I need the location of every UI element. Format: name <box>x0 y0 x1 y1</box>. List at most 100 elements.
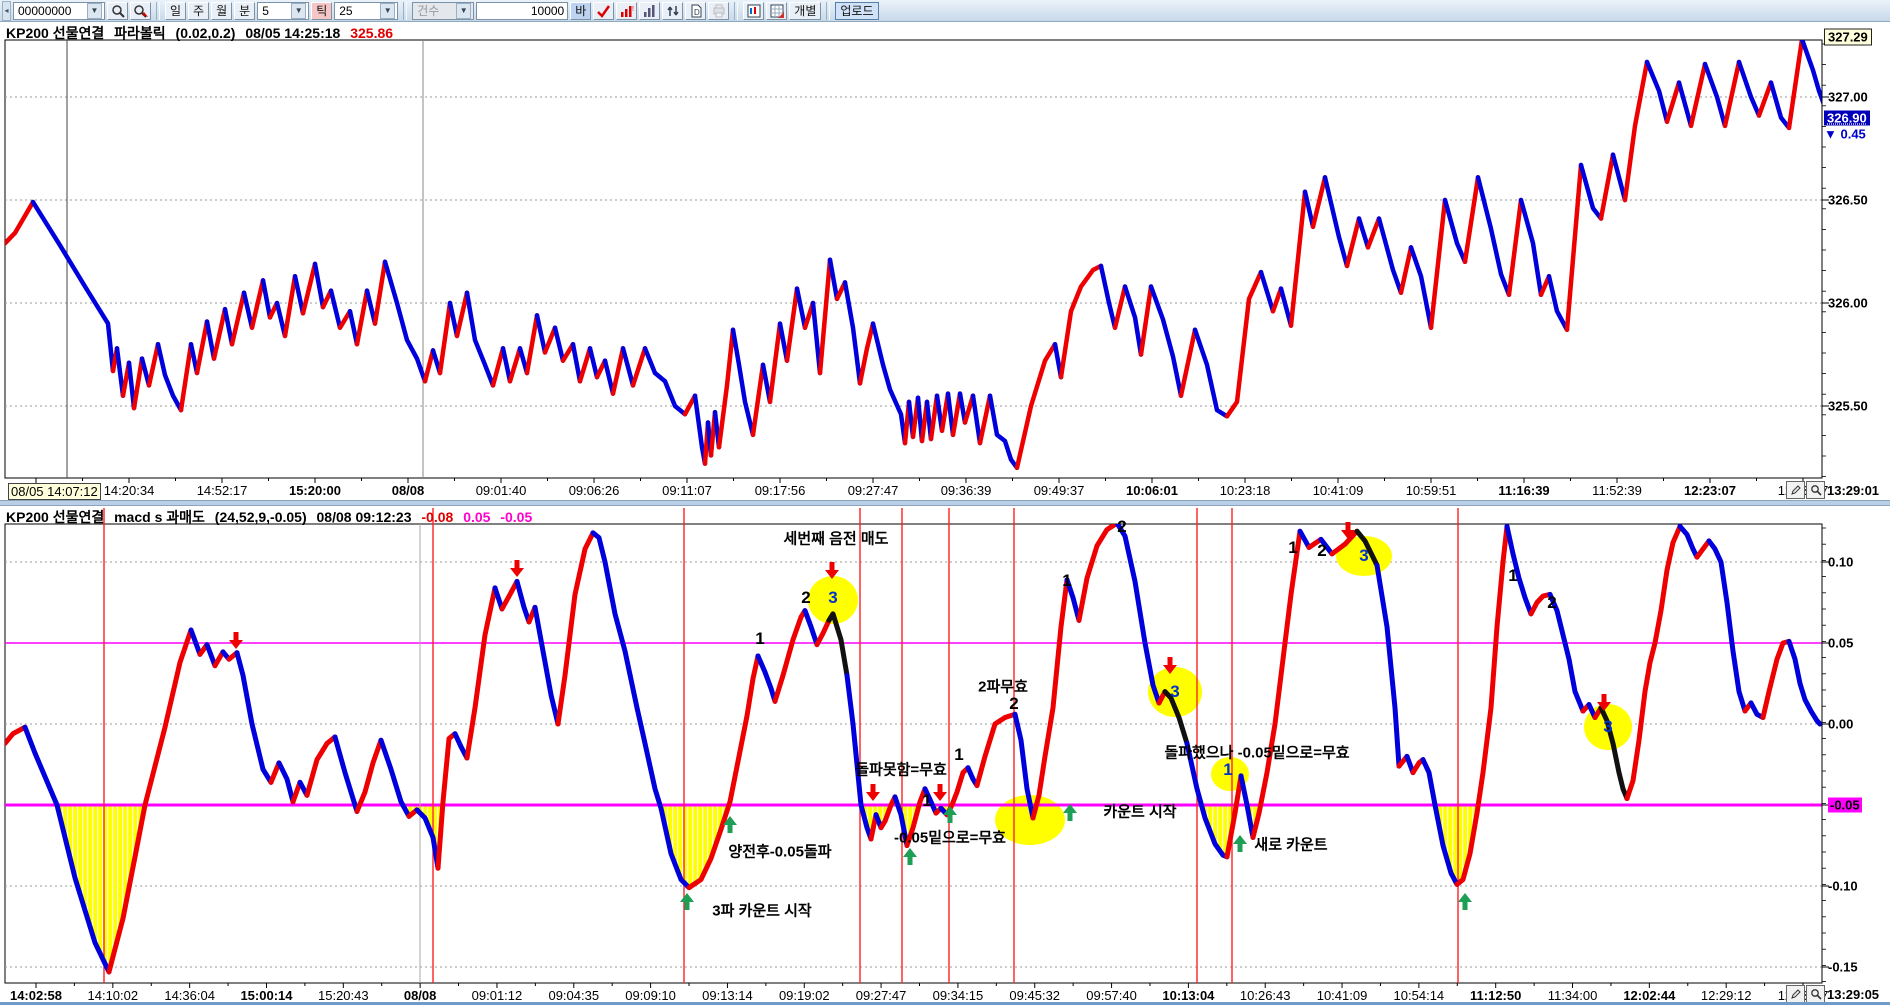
top-chart-time-label: 09:01:40 <box>476 483 527 498</box>
period-month-button[interactable]: 월 <box>211 2 232 20</box>
period-week-button[interactable]: 주 <box>188 2 209 20</box>
top-chart-time-label: 09:17:56 <box>755 483 806 498</box>
top-indicator: 파라볼릭 <box>114 25 166 41</box>
individual-button[interactable]: 개별 <box>789 2 821 20</box>
wave-count-number: 2 <box>1547 593 1556 613</box>
top-chart-time-label: 10:06:01 <box>1126 483 1178 498</box>
symbol-code-combo[interactable]: 00000000 ▼ <box>13 2 105 20</box>
bottom-chart-y-tick-label: -0.05 <box>1828 798 1862 813</box>
wave-count-number: 1 <box>922 791 931 811</box>
bottom-chart-time-label: 15:00:14 <box>240 988 292 1003</box>
bottom-value-1: -0.08 <box>421 509 453 525</box>
bottom-value-3: -0.05 <box>500 509 532 525</box>
minute-interval-combo[interactable]: 5 ▼ <box>257 2 309 20</box>
chevron-down-icon: ▼ <box>456 3 471 19</box>
wave-annotation-text: 돌파했으나 -0.05밑으로=무효 <box>1164 742 1349 763</box>
top-chart-time-label: 15:20:00 <box>289 483 341 498</box>
sort-updown-icon[interactable] <box>662 2 683 20</box>
bottom-chart-time-label: 12:02:44 <box>1623 988 1675 1003</box>
wave-count-number: 2 <box>801 588 810 608</box>
top-chart-y-tick-label: 325.50 <box>1828 399 1868 414</box>
top-chart-time-label: 10:59:51 <box>1406 483 1457 498</box>
zoom-in-icon[interactable] <box>107 2 128 20</box>
top-chart-time-label: 08/08 <box>392 483 425 498</box>
wave-annotation-text: 2파무효 <box>978 676 1028 697</box>
wave-count-number: 1 <box>1508 566 1517 586</box>
draw-pencil-icon[interactable] <box>1786 985 1805 1003</box>
bar-count-field[interactable]: 10000 <box>476 2 568 20</box>
svg-text:!: ! <box>632 6 634 13</box>
toolbar-separator <box>826 2 830 20</box>
price-change-label: ▼ 0.45 <box>1824 127 1866 142</box>
top-chart-corner-tools: 13:29:01 <box>1786 481 1879 499</box>
toolbar: ◂ 00000000 ▼ 일 주 월 분 5 ▼ 틱 25 ▼ 건수 ▼ 100… <box>0 0 1890 22</box>
wave-count-number: 1 <box>755 629 764 649</box>
top-chart-y-tick-label: 326.00 <box>1828 296 1868 311</box>
magnifier-icon[interactable] <box>1806 985 1825 1003</box>
toolbar-separator <box>403 2 407 20</box>
bottom-chart-time-label: 11:12:50 <box>1470 988 1521 1003</box>
plot-area[interactable] <box>5 40 1822 478</box>
bottom-chart-time-label: 09:27:47 <box>856 988 907 1003</box>
chevron-down-icon: ▼ <box>87 3 102 19</box>
top-last-value: 325.86 <box>350 25 393 41</box>
bottom-chart-time-label: 09:45:32 <box>1009 988 1060 1003</box>
period-tick-button[interactable]: 틱 <box>311 2 332 20</box>
last-trade-price-marker: 326.90 <box>1824 111 1870 126</box>
top-chart-time-label: 11:16:39 <box>1498 483 1549 498</box>
wave-count-number: 1 <box>954 745 963 765</box>
svg-text:D: D <box>694 8 700 17</box>
wave-count-number: 2 <box>1117 517 1126 537</box>
top-chart-y-tick-label: 326.50 <box>1828 193 1868 208</box>
bottom-corner-time: 13:29:05 <box>1827 987 1879 1002</box>
chevron-down-icon: ▼ <box>291 3 306 19</box>
bottom-chart-time-label: 09:19:02 <box>779 988 830 1003</box>
top-chart-time-label: 11:52:39 <box>1592 483 1642 498</box>
count-combo-label: 건수 <box>417 2 439 19</box>
tick-interval-value: 25 <box>339 4 352 18</box>
period-day-button[interactable]: 일 <box>165 2 186 20</box>
wave-annotation-text: 양전후-0.05돌파 <box>728 841 831 862</box>
new-document-icon[interactable]: D <box>685 2 706 20</box>
top-chart-time-label: 12:23:07 <box>1684 483 1736 498</box>
period-minute-button[interactable]: 분 <box>234 2 255 20</box>
top-chart-time-label: 09:36:39 <box>941 483 992 498</box>
wave-count-number-circled: 1 <box>1223 760 1232 780</box>
draw-pencil-icon[interactable] <box>1786 481 1805 499</box>
toolbar-separator <box>734 2 738 20</box>
bottom-chart-time-label: 08/08 <box>404 988 437 1003</box>
bottom-params: (24,52,9,-0.05) <box>215 509 307 525</box>
wave-count-number: 1 <box>1288 538 1297 558</box>
print-icon-disabled <box>708 2 729 20</box>
wave-count-number-circled: 3 <box>828 588 837 608</box>
bottom-chart-time-label: 09:13:14 <box>702 988 753 1003</box>
bottom-chart-time-label: 09:04:35 <box>548 988 599 1003</box>
chart-splitter[interactable] <box>0 500 1890 506</box>
magnifier-icon[interactable] <box>1806 481 1825 499</box>
bottom-chart-time-label: 10:41:09 <box>1317 988 1368 1003</box>
top-params: (0.02,0.2) <box>176 25 236 41</box>
bar-chart-type-button[interactable]: 바 <box>570 2 591 20</box>
bottom-chart-time-label: 11:34:00 <box>1548 988 1598 1003</box>
wave-annotation-text: 새로 카운트 <box>1254 834 1327 855</box>
bar-study-icon[interactable] <box>639 2 660 20</box>
chevron-down-icon: ▼ <box>380 3 395 19</box>
tick-interval-combo[interactable]: 25 ▼ <box>334 2 398 20</box>
candle-check-icon[interactable] <box>593 2 614 20</box>
top-chart-time-label: 14:20:34 <box>104 483 155 498</box>
bottom-chart-y-tick-label: -0.15 <box>1828 960 1858 975</box>
volume-study-icon[interactable]: ! <box>616 2 637 20</box>
zoom-out-icon[interactable] <box>130 2 151 20</box>
upload-button[interactable]: 업로드 <box>835 2 878 20</box>
wave-count-number: 2 <box>1317 541 1326 561</box>
bottom-chart-time-label: 10:26:43 <box>1240 988 1291 1003</box>
chart-panel-icon[interactable] <box>743 2 764 20</box>
wave-annotation-text: -0.05밑으로=무효 <box>894 827 1006 848</box>
top-chart-time-label: 10:41:09 <box>1313 483 1364 498</box>
wave-count-number-circled: 3 <box>1170 682 1179 702</box>
bottom-chart-y-tick-label: -0.10 <box>1828 879 1858 894</box>
bottom-chart-time-label: 14:36:04 <box>164 988 215 1003</box>
grid-settings-icon[interactable] <box>766 2 787 20</box>
toolbar-collapse-handle[interactable]: ◂ <box>2 1 11 21</box>
bottom-symbol: KP200 선물연결 <box>6 509 104 525</box>
